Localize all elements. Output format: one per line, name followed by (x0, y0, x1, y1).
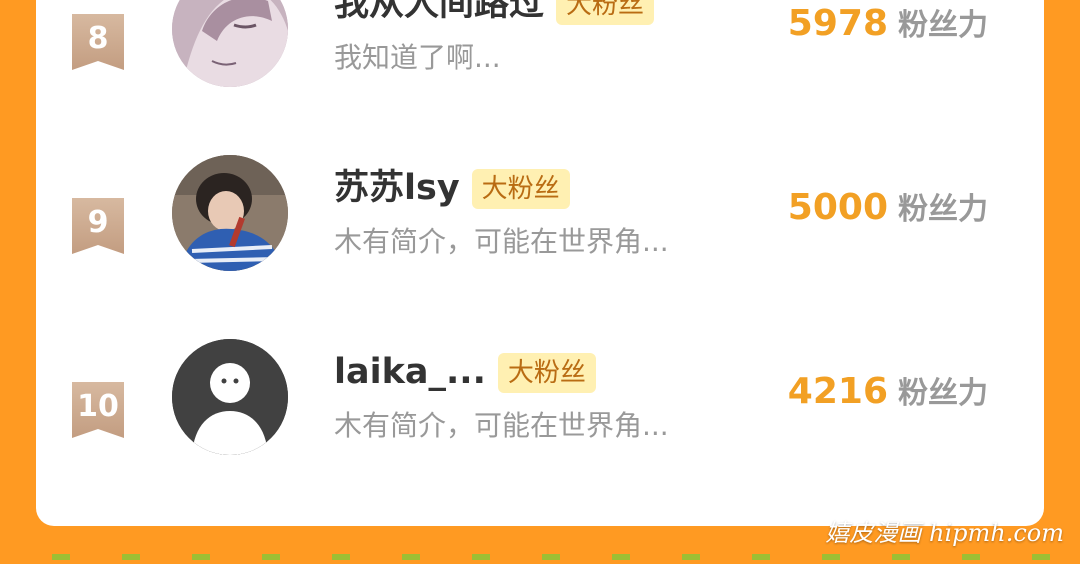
fan-power-unit: 粉丝力 (898, 376, 988, 411)
user-name-text[interactable]: laika_... (334, 352, 486, 392)
user-name-text[interactable]: 我从人间路过 (334, 0, 544, 24)
photo-avatar-icon (172, 155, 288, 271)
user-name-text[interactable]: 苏苏lsy (334, 168, 460, 208)
user-description: 木有简介，可能在世界角... (334, 409, 669, 442)
avatar[interactable] (172, 155, 288, 271)
fan-power: 4216 粉丝力 (788, 368, 988, 412)
fan-ranking-card: 8 我从人间路过 大粉丝 我知道了啊... 5978 粉丝力 9 苏苏lsy 大… (36, 0, 1044, 526)
avatar[interactable] (172, 339, 288, 455)
fan-power-unit: 粉丝力 (898, 8, 988, 43)
rank-ribbon: 9 (72, 198, 124, 254)
fan-badge: 大粉丝 (497, 353, 596, 393)
fan-power: 5000 粉丝力 (788, 184, 988, 228)
fan-badge: 大粉丝 (471, 169, 570, 209)
fan-power-value: 5978 (787, 3, 888, 44)
default-avatar-icon (172, 339, 288, 455)
user-description: 木有简介，可能在世界角... (334, 225, 669, 258)
rank-ribbon: 10 (72, 382, 124, 438)
fan-power-unit: 粉丝力 (898, 192, 988, 227)
anime-character-avatar-icon (172, 0, 288, 87)
user-description: 我知道了啊... (334, 41, 501, 74)
avatar[interactable] (172, 0, 288, 87)
fan-badge: 大粉丝 (556, 0, 655, 25)
user-name[interactable]: 苏苏lsy 大粉丝 (334, 165, 570, 211)
bottom-decoration-strip (0, 554, 1080, 560)
rank-ribbon: 8 (72, 14, 124, 70)
user-name[interactable]: laika_... 大粉丝 (334, 349, 596, 395)
user-name[interactable]: 我从人间路过 大粉丝 (334, 0, 655, 27)
site-watermark: 嬉皮漫画 hipmh.com (825, 519, 1064, 547)
fan-power-value: 5000 (787, 187, 888, 228)
fan-power-value: 4216 (787, 371, 888, 412)
fan-power: 5978 粉丝力 (788, 0, 988, 44)
